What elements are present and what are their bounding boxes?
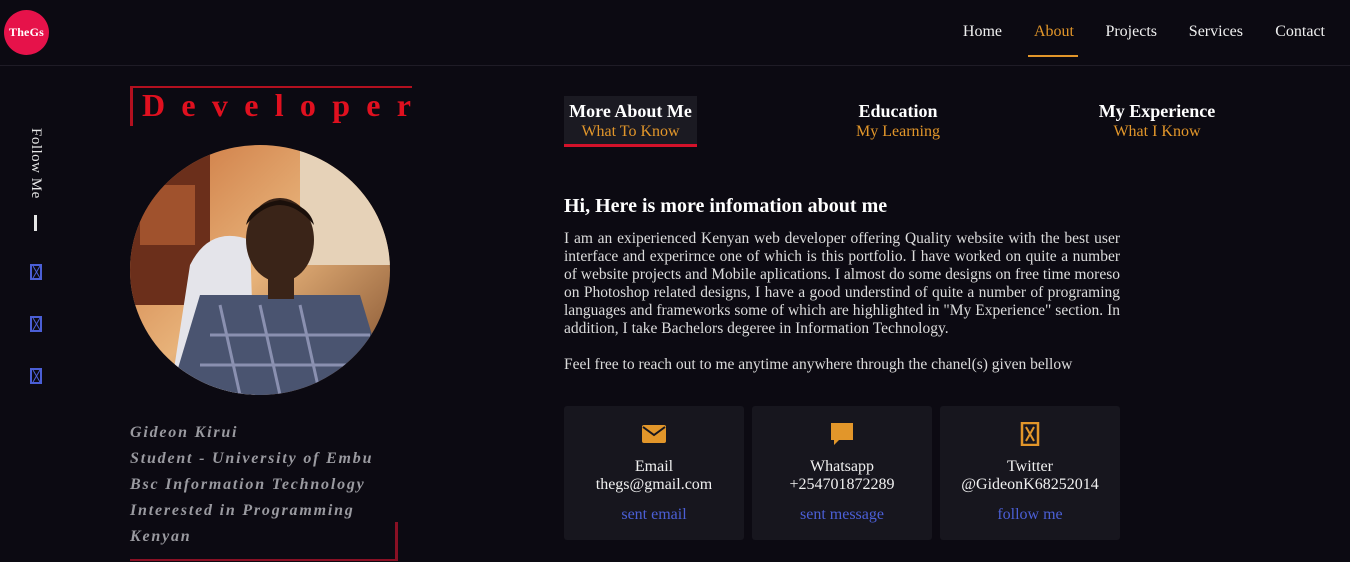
- nav-projects[interactable]: Projects: [1105, 23, 1157, 41]
- about-reach-out: Feel free to reach out to me anytime any…: [564, 356, 1073, 373]
- tab-title: My Experience: [1098, 101, 1216, 121]
- bio-school: Student - University of Embu: [130, 450, 374, 467]
- nav-contact[interactable]: Contact: [1275, 23, 1325, 41]
- about-heading: Hi, Here is more infomation about me: [564, 195, 888, 217]
- profile-photo-image: [130, 145, 390, 395]
- bio-frame: [130, 522, 398, 561]
- twitter-icon: [1020, 422, 1040, 446]
- tab-my-experience[interactable]: My Experience What I Know: [1090, 96, 1224, 141]
- follow-me-link[interactable]: follow me: [940, 506, 1120, 524]
- follow-me-label-wrap: Follow Me: [27, 128, 45, 203]
- tab-subtitle: What To Know: [581, 123, 680, 140]
- contact-card-whatsapp: Whatsapp +254701872289 sent message: [752, 406, 932, 540]
- bio-course: Bsc Information Technology: [130, 476, 366, 493]
- send-email-link[interactable]: sent email: [564, 506, 744, 524]
- tab-subtitle: My Learning: [856, 123, 940, 140]
- bio-name: Gideon Kirui: [130, 424, 239, 441]
- site-logo[interactable]: TheGs: [4, 10, 49, 55]
- contact-label: Twitter: [1007, 458, 1053, 475]
- top-navbar: TheGs Home About Projects Services Conta…: [0, 0, 1350, 66]
- contact-card-twitter: Twitter @GideonK68252014 follow me: [940, 406, 1120, 540]
- nav-active-underline: [1028, 55, 1078, 57]
- follow-divider: [34, 215, 37, 231]
- tab-title: More About Me: [569, 101, 692, 121]
- nav-about[interactable]: About: [1034, 23, 1074, 41]
- send-message-link[interactable]: sent message: [752, 506, 932, 524]
- social-link-1-icon[interactable]: [30, 264, 42, 280]
- contact-label: Email: [634, 458, 674, 475]
- tab-title: Education: [858, 101, 938, 121]
- envelope-icon: [642, 425, 666, 443]
- contact-value: thegs@gmail.com: [595, 476, 713, 493]
- social-link-3-icon[interactable]: [30, 368, 42, 384]
- tab-subtitle: What I Know: [1113, 123, 1201, 140]
- contact-value: +254701872289: [789, 476, 895, 493]
- tab-more-about-me[interactable]: More About Me What To Know: [564, 96, 697, 147]
- tab-education[interactable]: Education My Learning: [848, 96, 948, 141]
- nav-services[interactable]: Services: [1189, 23, 1243, 41]
- profile-photo: [130, 145, 390, 395]
- social-link-2-icon[interactable]: [30, 316, 42, 332]
- contact-card-email: Email thegs@gmail.com sent email: [564, 406, 744, 540]
- about-paragraph: I am an exiperienced Kenyan web develope…: [564, 230, 1120, 337]
- contact-value: @GideonK68252014: [961, 476, 1099, 493]
- bio-interest: Interested in Programming: [130, 502, 355, 519]
- nav-home[interactable]: Home: [963, 23, 1002, 41]
- contact-label: Whatsapp: [810, 458, 874, 475]
- developer-title: Developer: [142, 87, 428, 123]
- follow-me-label: Follow Me: [28, 128, 44, 199]
- chat-icon: [831, 423, 853, 445]
